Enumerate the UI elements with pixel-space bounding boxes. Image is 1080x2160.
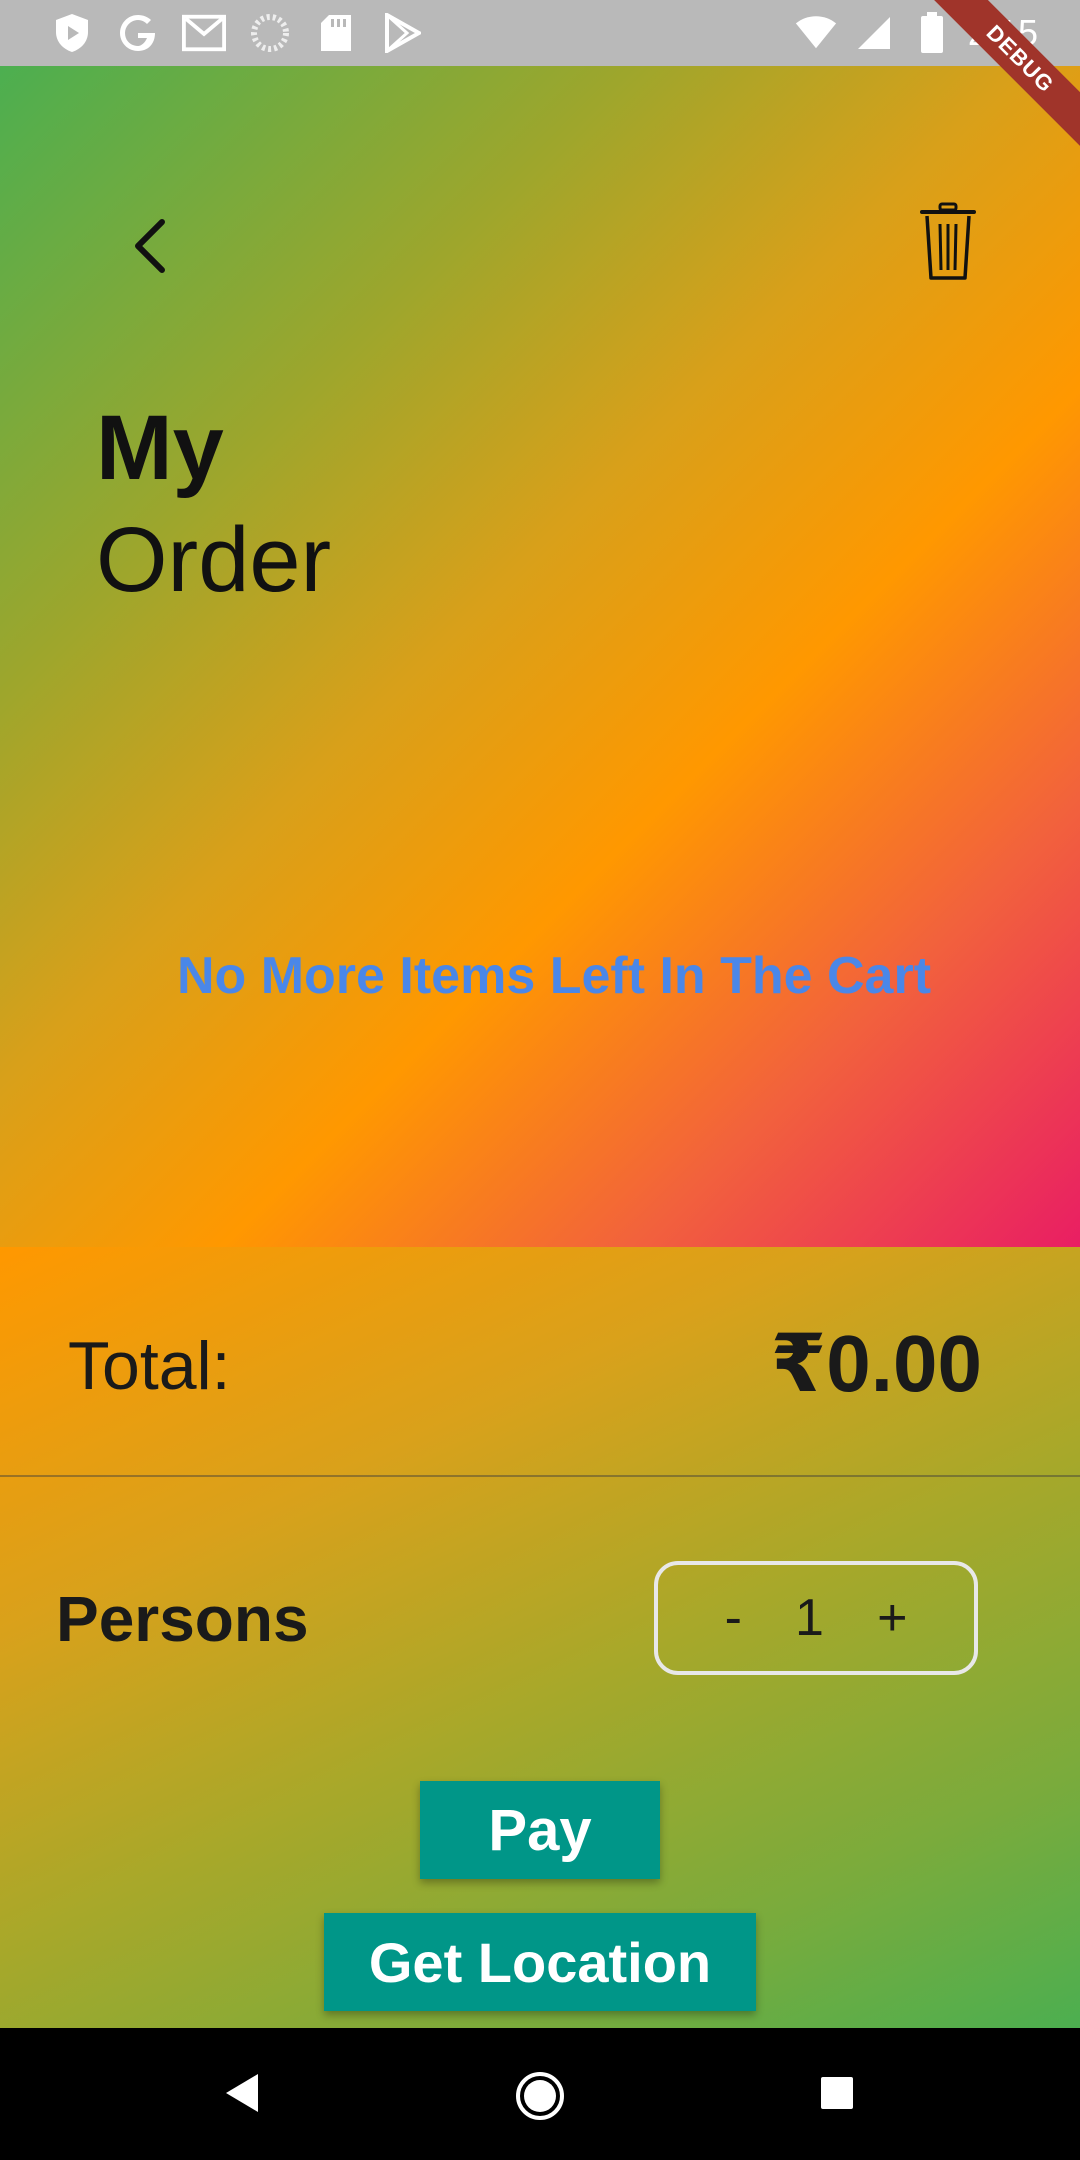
system-nav-bar [0, 2028, 1080, 2160]
pay-button[interactable]: Pay [420, 1781, 660, 1879]
status-bar: 2:15 [0, 0, 1080, 66]
nav-recents-button[interactable] [820, 2076, 854, 2110]
triangle-back-icon [222, 2074, 262, 2120]
chevron-left-icon [120, 219, 180, 290]
play-store-icon [380, 11, 424, 55]
loader-icon [248, 11, 292, 55]
total-value: ₹0.00 [770, 1319, 982, 1408]
persons-label: Persons [56, 1583, 309, 1655]
gmail-icon [182, 11, 226, 55]
status-left-icons [50, 10, 424, 56]
nav-back-button[interactable] [222, 2070, 262, 2116]
signal-icon [852, 11, 896, 55]
persons-stepper: - 1 + [654, 1561, 978, 1675]
circle-home-icon [514, 2072, 566, 2126]
google-icon [116, 11, 160, 55]
back-button[interactable] [120, 206, 180, 286]
order-summary-panel: Total: ₹0.00 Persons - 1 + Pay Get Locat… [0, 1247, 1080, 2028]
nav-home-button[interactable] [514, 2070, 566, 2122]
page-title-line2: Order [96, 509, 332, 611]
divider [0, 1475, 1080, 1477]
shield-icon [50, 11, 94, 55]
increment-button[interactable]: + [877, 1588, 907, 1648]
total-label: Total: [68, 1328, 231, 1404]
sdcard-icon [314, 11, 358, 55]
get-location-button[interactable]: Get Location [324, 1913, 756, 2011]
page-title-line1: My [96, 397, 224, 499]
order-header-panel: My Order No More Items Left In The Cart [0, 66, 1080, 1247]
battery-icon [910, 11, 954, 55]
trash-icon [916, 202, 980, 290]
square-recents-icon [820, 2077, 854, 2114]
clear-cart-button[interactable] [916, 198, 980, 286]
empty-cart-message: No More Items Left In The Cart [176, 947, 932, 1005]
wifi-icon [794, 11, 838, 55]
decrement-button[interactable]: - [725, 1588, 742, 1648]
persons-count: 1 [795, 1589, 824, 1647]
